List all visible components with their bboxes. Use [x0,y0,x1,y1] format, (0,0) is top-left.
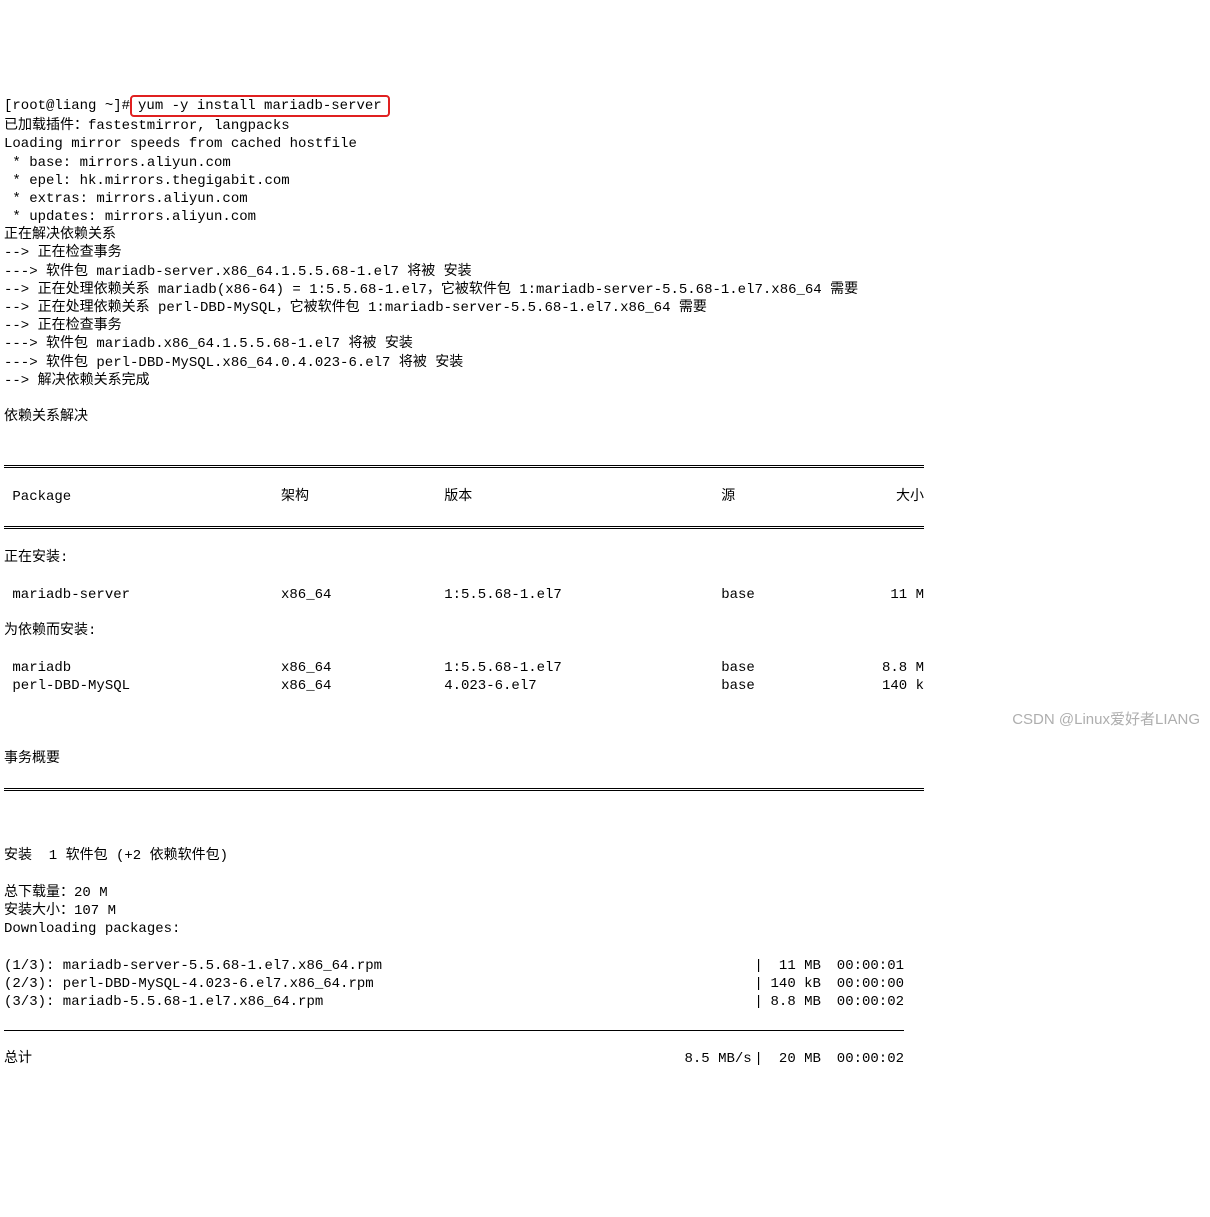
download-row: (3/3): mariadb-5.5.68-1.el7.x86_64.rpm |8… [4,993,904,1011]
prompt-line: [root@liang ~]# yum -y install mariadb-s… [4,95,390,117]
dep-rows: mariadbx86_641:5.5.68-1.el7base8.8 M per… [4,659,1206,695]
cell-arch: x86_64 [281,659,444,677]
dl-size: 140 kB [766,975,821,993]
output-line: 已加载插件：fastestmirror, langpacks [4,117,1206,135]
table-row: perl-DBD-MySQLx86_644.023-6.el7base140 k [4,677,924,695]
cell-arch: x86_64 [281,677,444,695]
col-size: 大小 [870,488,924,506]
blank-line [4,811,1206,829]
output-line: --> 正在检查事务 [4,317,1206,335]
col-version: 版本 [444,488,721,506]
pipe-sep: | [752,975,766,993]
output-line: ---> 软件包 mariadb.x86_64.1.5.5.68-1.el7 将… [4,335,1206,353]
cell-repo: base [721,586,869,604]
col-package: Package [4,488,281,506]
output-line: * epel: hk.mirrors.thegigabit.com [4,172,1206,190]
section-installing: 正在安装: [4,549,1206,567]
total-row: 总计8.5 MB/s| 20 MB00:00:02 [4,1050,904,1068]
cell-arch: x86_64 [281,586,444,604]
output-line: 依赖关系解决 [4,408,1206,426]
total-speed: 8.5 MB/s [682,1050,751,1068]
output-line: Loading mirror speeds from cached hostfi… [4,135,1206,153]
download-progress: (1/3): mariadb-server-5.5.68-1.el7.x86_6… [4,957,1206,1012]
cell-ver: 1:5.5.68-1.el7 [444,659,721,677]
install-rows: mariadb-serverx86_641:5.5.68-1.el7base11… [4,586,1206,604]
output-line: --> 解决依赖关系完成 [4,372,1206,390]
dl-time: 00:00:01 [821,957,904,975]
table-row: mariadbx86_641:5.5.68-1.el7base8.8 M [4,659,924,677]
terminal-output: [root@liang ~]# yum -y install mariadb-s… [4,77,1206,1086]
cell-pkg: mariadb [4,659,281,677]
summary-line: 总下载量：20 M [4,884,1206,902]
output-line: 正在解决依赖关系 [4,226,1206,244]
cell-size: 140 k [870,677,924,695]
divider-mid [4,526,924,529]
summary-block: 安装 1 软件包 (+2 依赖软件包) 总下载量：20 M安装大小：107 MD… [4,847,1206,938]
output-line: * updates: mirrors.aliyun.com [4,208,1206,226]
summary-line: 安装大小：107 M [4,902,1206,920]
dl-time: 00:00:02 [821,993,904,1011]
summary-line: Downloading packages: [4,920,1206,938]
summary-line [4,866,1206,884]
output-line: ---> 软件包 mariadb-server.x86_64.1.5.5.68-… [4,263,1206,281]
output-line [4,426,1206,444]
output-line: ---> 软件包 perl-DBD-MySQL.x86_64.0.4.023-6… [4,354,1206,372]
summary-line: 安装 1 软件包 (+2 依赖软件包) [4,847,1206,865]
col-arch: 架构 [281,488,444,506]
total-time: 00:00:02 [821,1050,904,1068]
yum-output-header: 已加载插件：fastestmirror, langpacksLoading mi… [4,117,1206,444]
prompt-prefix: [root@liang ~]# [4,97,130,115]
dl-name: (1/3): mariadb-server-5.5.68-1.el7.x86_6… [4,957,682,975]
cell-repo: base [721,659,869,677]
output-line: * base: mirrors.aliyun.com [4,154,1206,172]
download-row: (1/3): mariadb-server-5.5.68-1.el7.x86_6… [4,957,904,975]
output-line: --> 正在检查事务 [4,244,1206,262]
pipe-sep: | [752,957,766,975]
pipe-sep: | [752,993,766,1011]
dl-name: (3/3): mariadb-5.5.68-1.el7.x86_64.rpm [4,993,682,1011]
table-header-row: Package架构版本源大小 [4,488,924,506]
divider-top [4,465,924,468]
dl-time: 00:00:00 [821,975,904,993]
dl-size: 11 MB [766,957,821,975]
summary-header: 事务概要 [4,750,1206,768]
pipe-sep: | [752,1050,766,1068]
cell-repo: base [721,677,869,695]
cell-ver: 4.023-6.el7 [444,677,721,695]
cell-pkg: mariadb-server [4,586,281,604]
cell-pkg: perl-DBD-MySQL [4,677,281,695]
cell-size: 11 M [870,586,924,604]
cell-ver: 1:5.5.68-1.el7 [444,586,721,604]
download-row: (2/3): perl-DBD-MySQL-4.023-6.el7.x86_64… [4,975,904,993]
section-deps: 为依赖而安装: [4,622,1206,640]
divider-total [4,1030,904,1031]
dl-size: 8.8 MB [766,993,821,1011]
table-row: mariadb-serverx86_641:5.5.68-1.el7base11… [4,586,924,604]
total-size: 20 MB [766,1050,821,1068]
output-line: * extras: mirrors.aliyun.com [4,190,1206,208]
watermark: CSDN @Linux爱好者LIANG [1012,710,1200,730]
total-label: 总计 [4,1050,682,1068]
cell-size: 8.8 M [870,659,924,677]
divider-summary [4,788,924,791]
col-repo: 源 [721,488,869,506]
command-highlight: yum -y install mariadb-server [130,95,390,117]
dl-name: (2/3): perl-DBD-MySQL-4.023-6.el7.x86_64… [4,975,682,993]
output-line: --> 正在处理依赖关系 perl-DBD-MySQL，它被软件包 1:mari… [4,299,1206,317]
output-line [4,390,1206,408]
output-line: --> 正在处理依赖关系 mariadb(x86-64) = 1:5.5.68-… [4,281,1206,299]
